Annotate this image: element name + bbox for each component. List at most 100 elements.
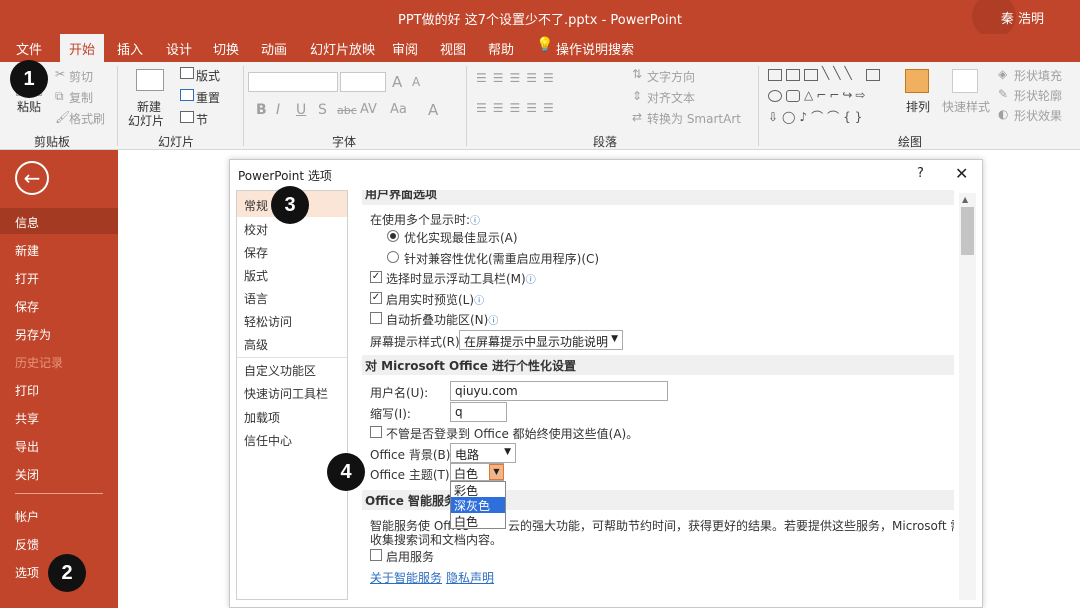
checkbox-enable-services[interactable] <box>370 549 382 561</box>
shape-hexagon-icon[interactable] <box>768 69 782 81</box>
sidebar-item-info[interactable]: 信息 <box>15 214 39 231</box>
theme-option-colorful[interactable]: 彩色 <box>451 482 505 498</box>
char-spacing-button[interactable]: AV <box>360 102 377 117</box>
new-slide-icon[interactable] <box>136 69 164 91</box>
paste-button[interactable]: 粘贴 <box>17 98 41 115</box>
shape-oval-icon[interactable] <box>768 90 782 102</box>
shape-textbox-v-icon[interactable] <box>804 69 818 81</box>
sidebar-item-new[interactable]: 新建 <box>15 242 39 259</box>
font-name-box[interactable] <box>248 72 338 92</box>
list-icons[interactable]: ☰☰☰☰☰ <box>476 71 560 85</box>
shape-outline-button[interactable]: 形状轮廓 <box>1014 87 1062 104</box>
nav-item-language[interactable]: 语言 <box>244 290 268 307</box>
radio-compatibility[interactable] <box>387 251 399 263</box>
arrange-icon[interactable] <box>905 69 929 93</box>
nav-item-save[interactable]: 保存 <box>244 244 268 261</box>
close-icon[interactable]: ✕ <box>955 164 968 183</box>
shape-textbox-icon[interactable] <box>786 69 800 81</box>
scroll-up-icon[interactable]: ▲ <box>962 195 968 204</box>
nav-item-accessibility[interactable]: 轻松访问 <box>244 313 292 330</box>
shape-lines-icon[interactable]: ╲╲╲ <box>822 66 856 80</box>
nav-item-layout[interactable]: 版式 <box>244 267 268 284</box>
about-intelligent-link[interactable]: 关于智能服务 <box>370 569 442 586</box>
layout-button[interactable]: 版式 <box>196 67 220 84</box>
quick-styles-button[interactable]: 快速样式 <box>942 98 990 115</box>
initials-input[interactable]: q <box>450 402 507 422</box>
sidebar-item-feedback[interactable]: 反馈 <box>15 536 39 553</box>
privacy-link[interactable]: 隐私声明 <box>446 569 494 586</box>
shape-row3-icon[interactable]: ⇩◯♪⌒⌒{} <box>768 108 866 125</box>
sidebar-item-save[interactable]: 保存 <box>15 298 39 315</box>
sidebar-item-account[interactable]: 帐户 <box>15 508 39 525</box>
sidebar-item-close[interactable]: 关闭 <box>15 466 39 483</box>
username-input[interactable]: qiuyu.com <box>450 381 668 401</box>
tab-file[interactable]: 文件 <box>16 39 42 58</box>
nav-item-trust-center[interactable]: 信任中心 <box>244 432 292 449</box>
theme-option-white[interactable]: 白色 <box>451 513 505 529</box>
strikethrough-button[interactable]: abc <box>337 104 357 117</box>
shape-fill-button[interactable]: 形状填充 <box>1014 67 1062 84</box>
nav-item-advanced[interactable]: 高级 <box>244 336 268 353</box>
grow-font-button[interactable]: A <box>392 73 402 91</box>
nav-item-customize-ribbon[interactable]: 自定义功能区 <box>244 362 316 379</box>
nav-item-general[interactable]: 常规 <box>244 197 268 214</box>
sidebar-item-export[interactable]: 导出 <box>15 438 39 455</box>
sidebar-item-options[interactable]: 选项 <box>15 564 39 581</box>
back-arrow-icon[interactable]: ← <box>15 161 49 195</box>
radio-best-appearance[interactable] <box>387 230 399 242</box>
tab-review[interactable]: 审阅 <box>392 39 418 58</box>
theme-option-dark-gray[interactable]: 深灰色 <box>451 497 505 513</box>
sidebar-item-print[interactable]: 打印 <box>15 382 39 399</box>
tab-transitions[interactable]: 切换 <box>213 39 239 58</box>
shape-rounded-rect-icon[interactable] <box>786 90 800 102</box>
format-painter-button[interactable]: 格式刷 <box>69 110 105 127</box>
tab-design[interactable]: 设计 <box>166 39 192 58</box>
tab-help[interactable]: 帮助 <box>488 39 514 58</box>
scrollbar-thumb[interactable] <box>961 207 974 255</box>
new-slide-button-line2[interactable]: 幻灯片 <box>128 112 164 129</box>
shrink-font-button[interactable]: A <box>412 75 420 89</box>
arrange-button[interactable]: 排列 <box>906 98 930 115</box>
align-text-button[interactable]: 对齐文本 <box>647 89 695 106</box>
background-select[interactable]: 电路 ▼ <box>450 443 516 463</box>
tab-insert[interactable]: 插入 <box>117 39 143 58</box>
checkbox-mini-toolbar[interactable]: ✓ <box>370 271 382 283</box>
underline-button[interactable]: U <box>296 102 306 118</box>
align-icons[interactable]: ☰☰☰☰☰ <box>476 101 560 115</box>
cut-button[interactable]: 剪切 <box>69 68 93 85</box>
italic-button[interactable]: I <box>276 102 280 118</box>
shape-effects-button[interactable]: 形状效果 <box>1014 107 1062 124</box>
quick-styles-icon[interactable] <box>952 69 978 93</box>
text-direction-button[interactable]: 文字方向 <box>647 68 695 85</box>
tab-animations[interactable]: 动画 <box>261 39 287 58</box>
font-color-button[interactable]: A <box>428 101 438 119</box>
sidebar-item-save-as[interactable]: 另存为 <box>15 326 51 343</box>
section-button[interactable]: 节 <box>196 111 208 128</box>
nav-item-proofing[interactable]: 校对 <box>244 221 268 238</box>
checkbox-live-preview[interactable]: ✓ <box>370 292 382 304</box>
tab-home[interactable]: 开始 <box>60 34 104 62</box>
checkbox-collapse-ribbon[interactable] <box>370 312 382 324</box>
sidebar-item-share[interactable]: 共享 <box>15 410 39 427</box>
reset-button[interactable]: 重置 <box>196 89 220 106</box>
tab-view[interactable]: 视图 <box>440 39 466 58</box>
user-name[interactable]: 秦 浩明 <box>1001 8 1044 27</box>
bold-button[interactable]: B <box>256 102 267 118</box>
help-button[interactable]: ? <box>917 166 924 181</box>
chevron-down-icon[interactable]: ▼ <box>489 464 504 480</box>
tab-slideshow[interactable]: 幻灯片放映 <box>310 39 375 58</box>
tell-me-search[interactable]: 操作说明搜索 <box>556 39 634 58</box>
collapse-ribbon-label: 自动折叠功能区(N)ⓘ <box>386 313 499 327</box>
shape-misc-icon[interactable]: △⌐⌐↪⇨ <box>804 88 868 102</box>
shadow-button[interactable]: S <box>318 102 327 118</box>
change-case-button[interactable]: Aa <box>390 102 407 117</box>
screentip-select[interactable]: 在屏幕提示中显示功能说明 ▼ <box>459 330 623 350</box>
nav-item-addins[interactable]: 加载项 <box>244 409 280 426</box>
font-size-box[interactable] <box>340 72 386 92</box>
copy-button[interactable]: 复制 <box>69 89 93 106</box>
checkbox-always-use[interactable] <box>370 426 382 438</box>
convert-smartart-button[interactable]: 转换为 SmartArt <box>647 110 741 127</box>
nav-item-quick-access[interactable]: 快速访问工具栏 <box>244 385 328 402</box>
shape-rect-icon[interactable] <box>866 69 880 81</box>
sidebar-item-open[interactable]: 打开 <box>15 270 39 287</box>
